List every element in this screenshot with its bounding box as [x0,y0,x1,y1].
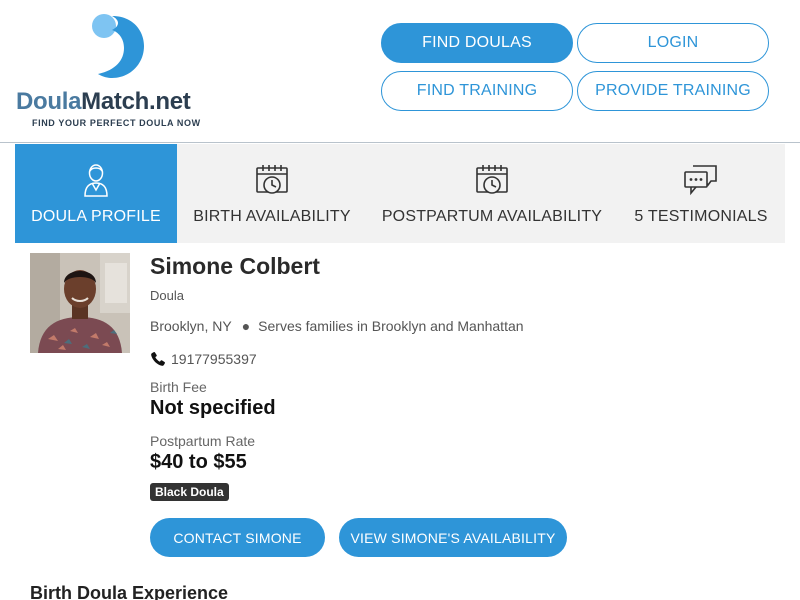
tab-birth-availability[interactable]: BIRTH AVAILABILITY [177,144,367,243]
find-training-button[interactable]: FIND TRAINING [381,71,573,111]
doula-location: Brooklyn, NY [150,318,232,334]
view-availability-button[interactable]: VIEW SIMONE'S AVAILABILITY [339,518,567,557]
black-doula-badge: Black Doula [150,483,229,501]
site-header: DoulaMatch.net FIND YOUR PERFECT DOULA N… [0,0,800,143]
phone-number[interactable]: 19177955397 [171,351,257,367]
phone-row[interactable]: 19177955397 [150,351,257,367]
calendar-clock-icon [472,162,512,198]
tab-label: 5 TESTIMONIALS [634,208,768,225]
calendar-clock-icon [252,162,292,198]
separator-dot-icon: ● [241,318,251,334]
doulamatch-logo-mark-icon [92,14,144,78]
tab-testimonials[interactable]: 5 TESTIMONIALS [617,144,785,243]
contact-button[interactable]: CONTACT SIMONE [150,518,325,557]
site-logo[interactable]: DoulaMatch.net FIND YOUR PERFECT DOULA N… [16,10,226,134]
tab-label: BIRTH AVAILABILITY [193,208,351,225]
logo-word-part1: Doula [16,88,82,115]
logo-wordmark: DoulaMatch.net [16,88,191,116]
chat-bubbles-icon [681,162,721,198]
postpartum-rate-value: $40 to $55 [150,451,247,473]
postpartum-rate-label: Postpartum Rate [150,433,256,449]
logo-tagline: FIND YOUR PERFECT DOULA NOW [32,118,201,128]
login-button[interactable]: LOGIN [577,23,769,63]
doula-name: Simone Colbert [150,253,320,279]
tab-label: DOULA PROFILE [31,208,161,225]
logo-word-part2: Match.net [81,88,191,115]
birth-fee-label: Birth Fee [150,379,207,395]
location-line: Brooklyn, NY ● Serves families in Brooklyn… [150,318,524,334]
phone-icon [151,352,165,366]
doula-photo [30,253,130,353]
service-area: Serves families in Brooklyn and Manhatta… [258,318,524,334]
person-icon [76,162,116,198]
profile-tabs: DOULA PROFILE BIRTH AVAILABILITY POSTPAR… [15,144,785,243]
birth-fee-value: Not specified [150,397,276,419]
tab-postpartum-availability[interactable]: POSTPARTUM AVAILABILITY [367,144,617,243]
provide-training-button[interactable]: PROVIDE TRAINING [577,71,769,111]
find-doulas-button[interactable]: FIND DOULAS [381,23,573,63]
tab-label: POSTPARTUM AVAILABILITY [381,208,603,225]
doula-role: Doula [150,288,184,303]
birth-doula-experience-heading: Birth Doula Experience [30,583,229,600]
tab-doula-profile[interactable]: DOULA PROFILE [15,144,177,243]
